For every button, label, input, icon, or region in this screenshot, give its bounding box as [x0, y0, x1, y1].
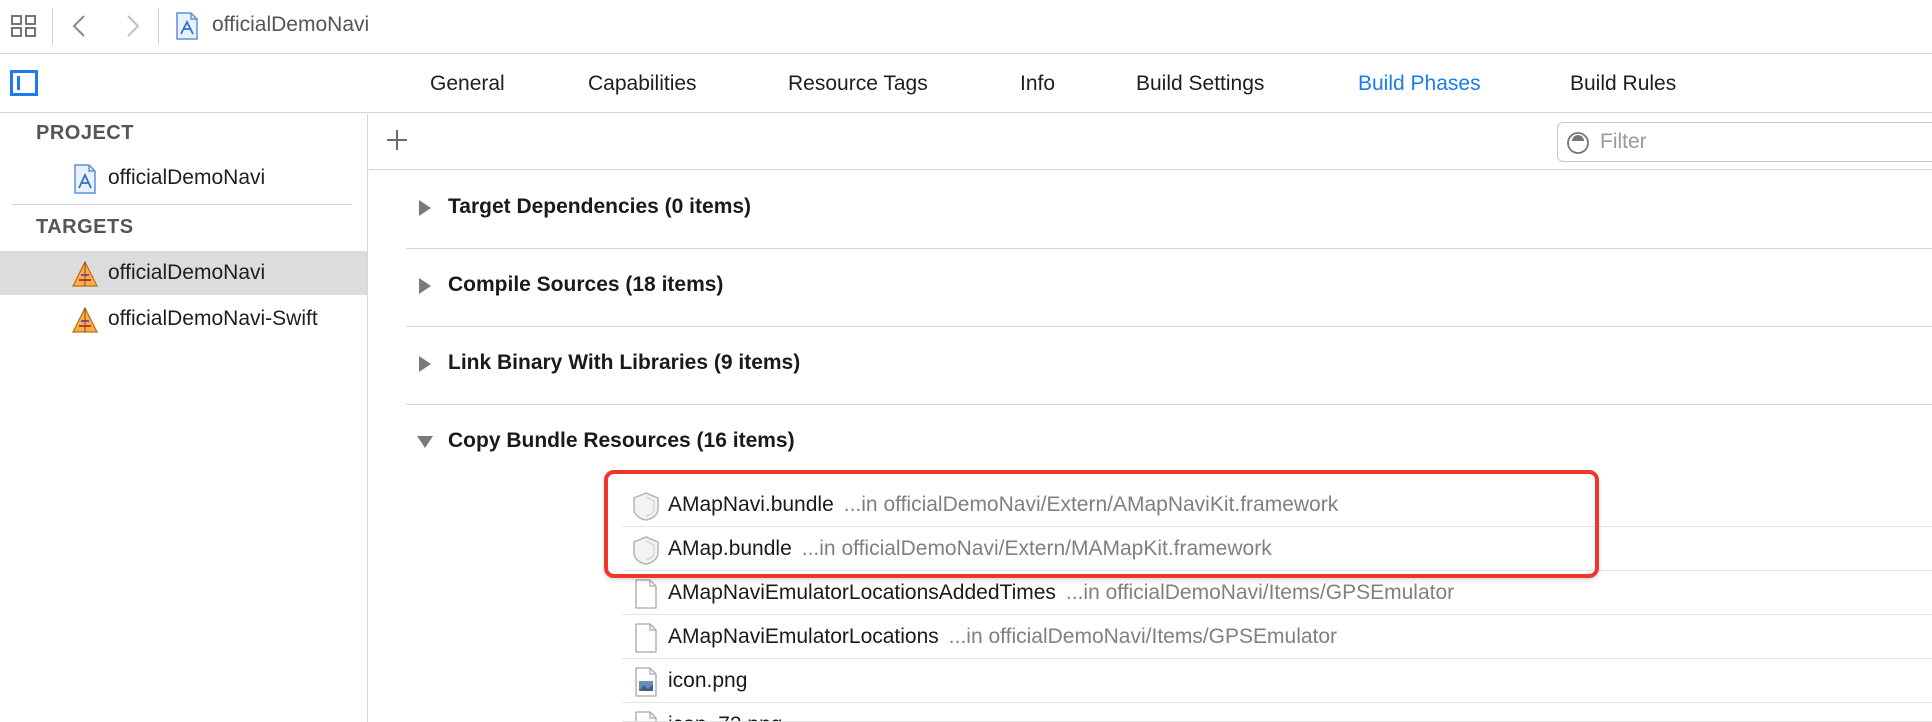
resource-row[interactable]: AMapNavi.bundle ...in officialDemoNavi/Ex…: [622, 483, 1932, 527]
related-items-grid-icon[interactable]: [10, 14, 38, 38]
toolbar-divider: [158, 8, 159, 44]
file-icon: [635, 579, 657, 609]
tab-info[interactable]: Info: [1020, 72, 1055, 96]
resource-name: AMapNavi.bundle: [668, 493, 834, 516]
project-section-header: PROJECT: [36, 122, 134, 144]
resource-row[interactable]: AMap.bundle ...in officialDemoNavi/Extern…: [622, 527, 1932, 571]
toolbar-divider: [52, 8, 53, 44]
phase-link-binary[interactable]: Link Binary With Libraries (9 items): [406, 327, 1932, 405]
xcode-project-icon: [74, 164, 96, 194]
editor-tab-bar: General Capabilities Resource Tags Info …: [0, 55, 1932, 113]
tab-build-settings[interactable]: Build Settings: [1136, 72, 1264, 96]
resource-name: AMapNaviEmulatorLocationsAddedTimes: [668, 581, 1056, 604]
tab-resource-tags[interactable]: Resource Tags: [788, 72, 928, 96]
phase-title: Copy Bundle Resources (16 items): [448, 429, 795, 452]
xcode-project-icon: [176, 12, 198, 40]
app-target-icon: [72, 306, 98, 333]
navigation-bar: officialDemoNavi: [0, 0, 1932, 54]
project-navigator-sidebar: PROJECT officialDemoNavi TARGETS officia…: [0, 114, 368, 722]
sidebar-item-target-officialdemonavi[interactable]: officialDemoNavi: [0, 251, 367, 295]
app-target-icon: [72, 260, 98, 287]
resource-path: ...in officialDemoNavi/Extern/MAMapKit.f…: [801, 537, 1272, 560]
bundle-icon: [633, 492, 659, 521]
breadcrumb-project[interactable]: officialDemoNavi: [212, 13, 369, 37]
resource-text: AMap.bundle ...in officialDemoNavi/Extern…: [668, 537, 1272, 561]
resource-name: icon.png: [668, 669, 748, 692]
phase-title: Target Dependencies (0 items): [448, 195, 752, 218]
phase-compile-sources[interactable]: Compile Sources (18 items): [406, 249, 1932, 327]
phase-title: Compile Sources (18 items): [448, 273, 724, 296]
sidebar-item-target-swift[interactable]: officialDemoNavi-Swift: [0, 297, 367, 341]
resource-text: AMapNaviEmulatorLocations ...in officialD…: [668, 625, 1337, 649]
file-icon: [635, 623, 657, 653]
resource-text: AMapNavi.bundle ...in officialDemoNavi/Ex…: [668, 493, 1338, 517]
resource-row[interactable]: icon_72.png: [622, 703, 1932, 722]
tab-build-phases[interactable]: Build Phases: [1358, 72, 1481, 96]
back-chevron-icon[interactable]: [68, 14, 92, 38]
phase-copy-bundle-resources[interactable]: Copy Bundle Resources (16 items): [406, 405, 1932, 483]
tab-general[interactable]: General: [430, 72, 505, 96]
resource-text: AMapNaviEmulatorLocationsAddedTimes ...in…: [668, 581, 1454, 605]
disclosure-triangle-right-icon[interactable]: [418, 199, 432, 217]
resource-text: icon_72.png: [668, 713, 782, 721]
resource-row[interactable]: icon.png: [622, 659, 1932, 703]
sidebar-item-label: officialDemoNavi: [108, 261, 266, 284]
sidebar-divider: [12, 204, 352, 205]
resource-path: ...in officialDemoNavi/Items/GPSEmulator: [1065, 581, 1455, 604]
sidebar-item-label: officialDemoNavi-Swift: [108, 307, 318, 330]
sidebar-item-project[interactable]: officialDemoNavi: [0, 156, 367, 200]
filter-icon: [1567, 132, 1589, 154]
filter-input[interactable]: [1598, 129, 1928, 155]
image-file-icon: [635, 711, 657, 721]
sidebar-item-label: officialDemoNavi: [108, 166, 266, 189]
forward-chevron-icon[interactable]: [120, 14, 144, 38]
phase-target-dependencies[interactable]: Target Dependencies (0 items): [406, 171, 1932, 249]
targets-section-header: TARGETS: [36, 216, 134, 238]
resource-path: ...in officialDemoNavi/Items/GPSEmulator: [948, 625, 1338, 648]
resource-path: ...in officialDemoNavi/Extern/AMapNaviKi…: [843, 493, 1339, 516]
disclosure-triangle-right-icon[interactable]: [418, 355, 432, 373]
add-build-phase-plus-icon[interactable]: [383, 126, 411, 154]
phase-title: Link Binary With Libraries (9 items): [448, 351, 801, 374]
bundle-icon: [633, 536, 659, 565]
image-file-icon: [635, 667, 657, 697]
resource-text: icon.png: [668, 669, 757, 693]
resource-name: icon_72.png: [668, 713, 782, 721]
disclosure-triangle-down-icon[interactable]: [416, 435, 434, 449]
resource-name: AMapNaviEmulatorLocations: [668, 625, 939, 648]
tab-build-rules[interactable]: Build Rules: [1570, 72, 1676, 96]
disclosure-triangle-right-icon[interactable]: [418, 277, 432, 295]
resource-row[interactable]: AMapNaviEmulatorLocations ...in officialD…: [622, 615, 1932, 659]
resource-row[interactable]: AMapNaviEmulatorLocationsAddedTimes ...in…: [622, 571, 1932, 615]
sidebar-toggle-icon[interactable]: [10, 70, 38, 96]
resource-name: AMap.bundle: [668, 537, 792, 560]
build-phases-toolbar: [369, 114, 1932, 170]
tab-capabilities[interactable]: Capabilities: [588, 72, 697, 96]
filter-field[interactable]: [1557, 122, 1932, 162]
